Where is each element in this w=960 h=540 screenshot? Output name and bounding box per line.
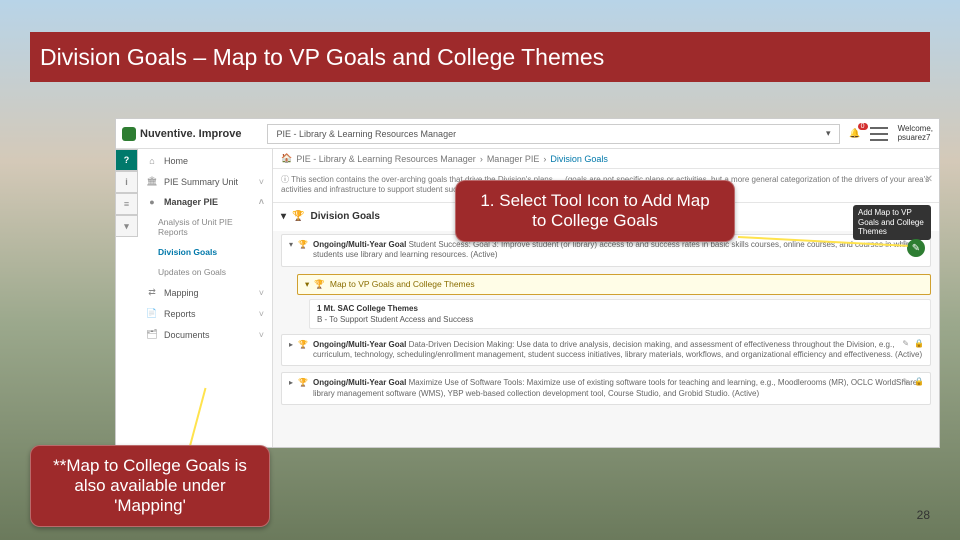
lock-icon[interactable]: 🔒 — [914, 339, 924, 349]
breadcrumb-seg[interactable]: PIE - Library & Learning Resources Manag… — [296, 154, 476, 164]
callout-step1: 1. Select Tool Icon to Add Map to Colleg… — [455, 180, 735, 242]
app-brand: Nuventive. Improve — [122, 127, 241, 141]
edit-icon[interactable]: ✎ — [902, 377, 909, 387]
sidebar-item-summary[interactable]: 🏛 PIE Summary Unit ˅ — [138, 171, 272, 192]
goal-card: ▸ 🏆 Ongoing/Multi-Year Goal Data-Driven … — [281, 334, 931, 367]
sidebar-label: PIE Summary Unit — [164, 177, 238, 187]
map-label: Map to VP Goals and College Themes — [330, 279, 475, 289]
goal-title: Ongoing/Multi-Year Goal — [313, 378, 406, 387]
breadcrumb-sep: › — [480, 154, 483, 164]
caret-right-icon[interactable]: ▸ — [289, 340, 293, 350]
trophy-icon: 🏆 — [298, 240, 308, 250]
chevron-down-icon: ▾ — [826, 128, 831, 139]
slide-title: Division Goals – Map to VP Goals and Col… — [40, 44, 604, 71]
notifications-count: 0 — [858, 123, 868, 130]
rail-list-icon[interactable]: ≡ — [116, 193, 138, 215]
sidebar-item-division-goals[interactable]: Division Goals — [138, 242, 272, 262]
sidebar-label: Home — [164, 156, 188, 166]
goal-title: Ongoing/Multi-Year Goal — [313, 340, 406, 349]
building-icon: 🏛 — [146, 176, 158, 187]
callout-mapping-note: **Map to College Goals is also available… — [30, 445, 270, 527]
breadcrumb-seg-current: Division Goals — [550, 154, 608, 164]
caret-down-icon[interactable]: ▾ — [281, 211, 286, 222]
sidebar-label: Documents — [164, 330, 210, 340]
rail-info-icon[interactable]: i — [116, 171, 138, 193]
goal-card: ▸ 🏆 Ongoing/Multi-Year Goal Maximize Use… — [281, 372, 931, 405]
breadcrumb: 🏠 PIE - Library & Learning Resources Man… — [273, 149, 939, 169]
home-icon: ⌂ — [146, 156, 158, 166]
reports-icon: 📄 — [146, 308, 158, 319]
theme-line: B - To Support Student Access and Succes… — [317, 315, 923, 324]
chevron-down-icon: ˅ — [259, 330, 264, 340]
trophy-icon: 🏆 — [298, 378, 308, 388]
chevron-down-icon: ˅ — [259, 309, 264, 319]
sidebar-label: Manager PIE — [164, 197, 218, 207]
mapping-icon: ⇄ — [146, 287, 158, 298]
sidebar-label: Analysis of Unit PIE Reports — [158, 217, 264, 237]
context-selector[interactable]: PIE - Library & Learning Resources Manag… — [267, 124, 839, 144]
sidebar-item-mapping[interactable]: ⇄ Mapping ˅ — [138, 282, 272, 303]
welcome-user: psuarez7 — [898, 134, 933, 143]
sidebar-item-updates[interactable]: Updates on Goals — [138, 262, 272, 282]
sidebar-item-reports[interactable]: 📄 Reports ˅ — [138, 303, 272, 324]
slide-title-bar: Division Goals – Map to VP Goals and Col… — [30, 32, 930, 82]
caret-down-icon: ▾ — [305, 279, 309, 290]
chevron-down-icon: ˅ — [259, 177, 264, 187]
sidebar-item-documents[interactable]: 🗂 Documents ˅ — [138, 324, 272, 345]
tool-add-map-button[interactable]: ✎ — [907, 239, 925, 257]
info-icon: ⓘ — [281, 175, 291, 184]
tool-tooltip: Add Map to VP Goals and College Themes — [853, 205, 931, 240]
dot-icon: ● — [146, 197, 158, 207]
sidebar-label: Mapping — [164, 288, 199, 298]
trophy-icon: 🏆 — [292, 211, 304, 222]
close-icon[interactable]: ✕ — [925, 173, 933, 186]
documents-icon: 🗂 — [146, 329, 158, 340]
brand-logo-icon — [122, 127, 136, 141]
menu-icon[interactable] — [870, 127, 888, 141]
bell-icon: 🔔 — [849, 128, 860, 139]
lock-icon[interactable]: 🔒 — [914, 377, 924, 387]
edit-icon[interactable]: ✎ — [902, 339, 909, 349]
tab-rail: ? i ≡ ▾ — [116, 149, 138, 447]
app-window: Nuventive. Improve PIE - Library & Learn… — [115, 118, 940, 448]
home-icon[interactable]: 🏠 — [281, 153, 292, 164]
trophy-icon: 🏆 — [314, 279, 325, 290]
chevron-up-icon: ˄ — [259, 197, 264, 207]
goal-title: Ongoing/Multi-Year Goal — [313, 240, 406, 249]
caret-down-icon[interactable]: ▾ — [289, 240, 293, 250]
rail-filter-icon[interactable]: ▾ — [116, 215, 138, 237]
sidebar-label: Reports — [164, 309, 196, 319]
sidebar: ⌂ Home 🏛 PIE Summary Unit ˅ ● Manager PI… — [138, 149, 273, 447]
context-selector-value: PIE - Library & Learning Resources Manag… — [276, 129, 456, 139]
section-title: Division Goals — [310, 211, 379, 222]
sidebar-item-home[interactable]: ⌂ Home — [138, 151, 272, 171]
college-themes-block: 1 Mt. SAC College Themes B - To Support … — [309, 299, 931, 329]
app-header: Nuventive. Improve PIE - Library & Learn… — [116, 119, 939, 149]
brand-name: Nuventive. Improve — [140, 128, 241, 140]
trophy-icon: 🏆 — [298, 340, 308, 350]
map-to-vp-row[interactable]: ▾ 🏆 Map to VP Goals and College Themes — [297, 274, 931, 295]
page-number: 28 — [917, 508, 930, 522]
breadcrumb-sep: › — [543, 154, 546, 164]
theme-header: 1 Mt. SAC College Themes — [317, 304, 923, 313]
sidebar-label: Division Goals — [158, 247, 217, 257]
rail-help-icon[interactable]: ? — [116, 149, 138, 171]
caret-right-icon[interactable]: ▸ — [289, 378, 293, 388]
sidebar-label: Updates on Goals — [158, 267, 226, 277]
sidebar-item-analysis[interactable]: Analysis of Unit PIE Reports — [138, 212, 272, 242]
notifications-button[interactable]: 🔔 0 — [846, 125, 864, 143]
welcome-block: Welcome, psuarez7 — [898, 125, 933, 143]
sidebar-item-manager-pie[interactable]: ● Manager PIE ˄ — [138, 192, 272, 212]
chevron-down-icon: ˅ — [259, 288, 264, 298]
breadcrumb-seg[interactable]: Manager PIE — [487, 154, 540, 164]
